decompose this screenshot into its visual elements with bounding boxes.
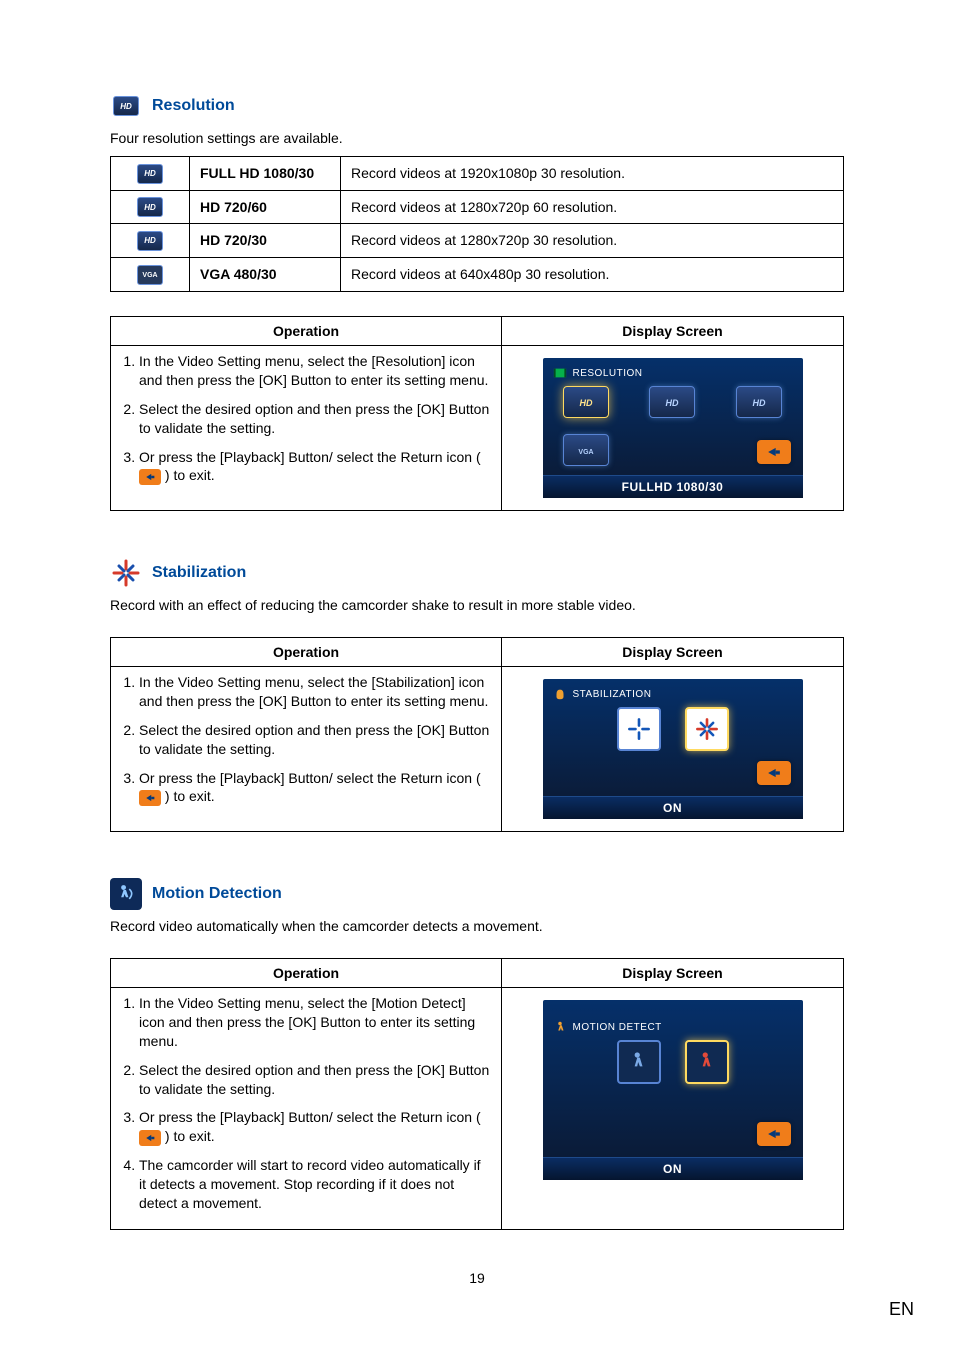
res-row-desc: Record videos at 640x480p 30 resolution.: [341, 257, 844, 292]
res-row-desc: Record videos at 1280x720p 60 resolution…: [341, 190, 844, 224]
operation-cell: In the Video Setting menu, select the [S…: [111, 667, 502, 832]
table-row: HD FULL HD 1080/30 Record videos at 1920…: [111, 157, 844, 191]
step-3: Or press the [Playback] Button/ select t…: [139, 769, 491, 807]
return-icon: [139, 469, 161, 485]
stabilization-title: Stabilization: [152, 564, 246, 582]
display-screen-header: Display Screen: [502, 317, 844, 346]
motion-option-on[interactable]: [685, 1040, 729, 1084]
screen-return-button[interactable]: [757, 1122, 791, 1146]
res-row-icon: HD: [111, 224, 190, 258]
svg-text:HD: HD: [666, 398, 679, 408]
motion-section-header: Motion Detection: [110, 878, 844, 910]
stabilization-icon: [110, 557, 142, 589]
resolution-op-table: Operation Display Screen In the Video Se…: [110, 316, 844, 511]
svg-text:HD: HD: [753, 398, 766, 408]
screen-title: MOTION DETECT: [573, 1022, 662, 1033]
display-screen-header: Display Screen: [502, 959, 844, 988]
resolution-table: HD FULL HD 1080/30 Record videos at 1920…: [110, 156, 844, 292]
table-row: VGA VGA 480/30 Record videos at 640x480p…: [111, 257, 844, 292]
table-row: HD HD 720/30 Record videos at 1280x720p …: [111, 224, 844, 258]
res-option-vga[interactable]: VGA: [563, 434, 609, 466]
resolution-screen: RESOLUTION HD HD HD VGA FULLHD 1080/30: [543, 358, 803, 498]
stabilization-op-table: Operation Display Screen In the Video Se…: [110, 637, 844, 832]
res-row-icon: HD: [111, 157, 190, 191]
stabilization-section-header: Stabilization: [110, 557, 844, 589]
res-row-desc: Record videos at 1280x720p 30 resolution…: [341, 224, 844, 258]
res-row-icon: HD: [111, 190, 190, 224]
motion-intro: Record video automatically when the camc…: [110, 918, 844, 934]
motion-screen: MOTION DETECT: [543, 1000, 803, 1180]
page-number: 19: [110, 1270, 844, 1286]
stabilization-option-off[interactable]: [617, 707, 661, 751]
resolution-title: Resolution: [152, 97, 235, 115]
resolution-icon: HD: [110, 90, 142, 122]
svg-text:VGA: VGA: [578, 449, 593, 456]
step-3-text-a: Or press the [Playback] Button/ select t…: [139, 449, 481, 465]
film-icon: [553, 366, 567, 380]
lang-label: EN: [889, 1299, 914, 1320]
resolution-intro: Four resolution settings are available.: [110, 130, 844, 146]
res-row-icon: VGA: [111, 257, 190, 292]
step-1: In the Video Setting menu, select the [R…: [139, 352, 491, 390]
step-2: Select the desired option and then press…: [139, 721, 491, 759]
motion-op-table: Operation Display Screen In the Video Se…: [110, 958, 844, 1230]
res-option-720-30[interactable]: HD: [736, 386, 782, 418]
display-screen-cell: MOTION DETECT: [502, 988, 844, 1230]
resolution-section-header: HD Resolution: [110, 90, 844, 122]
step-3: Or press the [Playback] Button/ select t…: [139, 448, 491, 486]
stabilization-screen: STABILIZATION: [543, 679, 803, 819]
res-option-fullhd[interactable]: HD: [563, 386, 609, 418]
screen-footer: FULLHD 1080/30: [543, 475, 803, 498]
step-1: In the Video Setting menu, select the [S…: [139, 673, 491, 711]
res-row-name: HD 720/60: [190, 190, 341, 224]
res-row-desc: Record videos at 1920x1080p 30 resolutio…: [341, 157, 844, 191]
hand-icon: [553, 687, 567, 701]
step-3-text-b: ) to exit.: [165, 1128, 215, 1144]
table-row: HD HD 720/60 Record videos at 1280x720p …: [111, 190, 844, 224]
display-screen-cell: STABILIZATION: [502, 667, 844, 832]
screen-footer: ON: [543, 1157, 803, 1180]
screen-footer: ON: [543, 796, 803, 819]
motion-title: Motion Detection: [152, 885, 282, 903]
step-1: In the Video Setting menu, select the [M…: [139, 994, 491, 1051]
svg-text:HD: HD: [579, 398, 592, 408]
operation-header: Operation: [111, 317, 502, 346]
res-row-name: VGA 480/30: [190, 257, 341, 292]
stabilization-option-on[interactable]: [685, 707, 729, 751]
operation-cell: In the Video Setting menu, select the [M…: [111, 988, 502, 1230]
return-icon: [139, 1130, 161, 1146]
display-screen-cell: RESOLUTION HD HD HD VGA FULLHD 1080/30: [502, 346, 844, 511]
res-row-name: HD 720/30: [190, 224, 341, 258]
step-2: Select the desired option and then press…: [139, 1061, 491, 1099]
screen-return-button[interactable]: [757, 440, 791, 464]
motion-option-off[interactable]: [617, 1040, 661, 1084]
motion-icon: [110, 878, 142, 910]
screen-title: STABILIZATION: [573, 689, 652, 700]
step-4: The camcorder will start to record video…: [139, 1156, 491, 1213]
display-screen-header: Display Screen: [502, 638, 844, 667]
res-row-name: FULL HD 1080/30: [190, 157, 341, 191]
step-3-text-a: Or press the [Playback] Button/ select t…: [139, 1109, 481, 1125]
step-3: Or press the [Playback] Button/ select t…: [139, 1108, 491, 1146]
stabilization-intro: Record with an effect of reducing the ca…: [110, 597, 844, 613]
screen-return-button[interactable]: [757, 761, 791, 785]
step-3-text-a: Or press the [Playback] Button/ select t…: [139, 770, 481, 786]
screen-title: RESOLUTION: [573, 368, 643, 379]
step-3-text-b: ) to exit.: [165, 788, 215, 804]
return-icon: [139, 790, 161, 806]
operation-header: Operation: [111, 959, 502, 988]
step-2: Select the desired option and then press…: [139, 400, 491, 438]
operation-cell: In the Video Setting menu, select the [R…: [111, 346, 502, 511]
runner-icon: [553, 1020, 567, 1034]
step-3-text-b: ) to exit.: [165, 467, 215, 483]
res-option-720-60[interactable]: HD: [649, 386, 695, 418]
operation-header: Operation: [111, 638, 502, 667]
